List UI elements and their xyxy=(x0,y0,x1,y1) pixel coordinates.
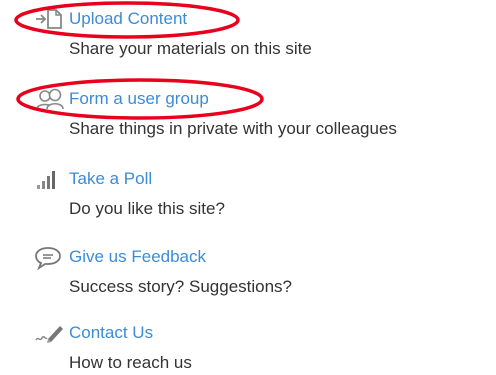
user-group-icon xyxy=(34,86,66,112)
action-item-header: Upload Content xyxy=(34,6,494,32)
take-poll-link[interactable]: Take a Poll xyxy=(69,168,152,190)
action-item-upload: Upload Content Share your materials on t… xyxy=(34,6,494,58)
give-feedback-description: Success story? Suggestions? xyxy=(69,277,293,296)
pen-icon xyxy=(34,320,66,346)
upload-icon xyxy=(34,6,66,32)
contact-us-link[interactable]: Contact Us xyxy=(69,322,153,344)
action-item-feedback: Give us Feedback Success story? Suggesti… xyxy=(34,244,494,296)
speech-bubble-icon xyxy=(34,244,66,270)
upload-content-link[interactable]: Upload Content xyxy=(69,8,187,30)
form-user-group-description: Share things in private with your collea… xyxy=(69,119,397,138)
quick-actions-panel: Upload Content Share your materials on t… xyxy=(0,0,496,375)
poll-bars-icon xyxy=(34,166,66,192)
upload-content-description: Share your materials on this site xyxy=(69,39,312,58)
contact-us-description: How to reach us xyxy=(69,353,192,372)
action-item-header: Form a user group xyxy=(34,86,494,112)
form-user-group-link[interactable]: Form a user group xyxy=(69,88,209,110)
action-item-header: Take a Poll xyxy=(34,166,494,192)
action-item-header: Contact Us xyxy=(34,320,494,346)
action-item-contact: Contact Us How to reach us xyxy=(34,320,494,372)
action-item-header: Give us Feedback xyxy=(34,244,494,270)
action-item-user-group: Form a user group Share things in privat… xyxy=(34,86,494,138)
take-poll-description: Do you like this site? xyxy=(69,199,225,218)
action-item-poll: Take a Poll Do you like this site? xyxy=(34,166,494,218)
give-feedback-link[interactable]: Give us Feedback xyxy=(69,246,206,268)
